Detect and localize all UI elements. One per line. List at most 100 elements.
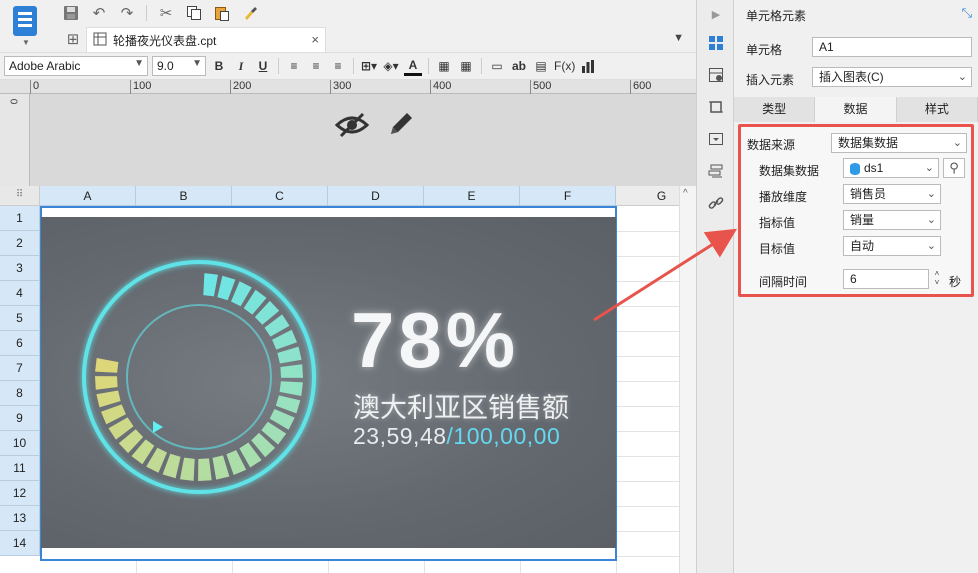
align-center-icon[interactable]: ≡ (307, 56, 325, 76)
grid-view-icon[interactable]: ⊞ (62, 28, 84, 50)
tab-data[interactable]: 数据 (815, 97, 897, 122)
row-header[interactable]: 1 (0, 206, 40, 231)
redo-icon[interactable]: ↷ (116, 2, 138, 24)
insert-chart-icon[interactable] (579, 56, 597, 76)
search-icon[interactable]: ⚲ (943, 158, 965, 178)
night-glow-gauge-chart[interactable]: 78% 澳大利亚区销售额 23,59,48/100,00,00 (41, 217, 616, 548)
ruler-label: 300 (330, 80, 351, 94)
align-left-icon[interactable]: ≡ (285, 56, 303, 76)
interval-stepper[interactable]: ˄ ˅ (930, 269, 944, 289)
row-header[interactable]: 4 (0, 281, 40, 306)
tab-menu-icon[interactable]: ▼ (673, 32, 684, 44)
column-header[interactable]: E (424, 186, 520, 206)
row-header[interactable]: 10 (0, 431, 40, 456)
spreadsheet-grid[interactable]: ⠿ A B C D E F G 1 2 3 4 5 6 7 8 9 10 11 … (0, 186, 708, 573)
app-logo-icon[interactable] (13, 6, 37, 36)
tab-style[interactable]: 样式 (896, 97, 978, 122)
cell-field[interactable]: A1 (812, 37, 972, 57)
ruler-label: 600 (630, 80, 651, 94)
carousel-dimension-select[interactable]: 销售员 ⌄ (843, 184, 941, 204)
border-icon[interactable]: ⊞▾ (360, 56, 378, 76)
gauge-outer-ring (82, 260, 316, 494)
data-source-select[interactable]: 数据集数据 ⌄ (831, 133, 967, 153)
column-header[interactable]: D (328, 186, 424, 206)
column-header[interactable]: C (232, 186, 328, 206)
chevron-down-icon: ⌄ (924, 162, 934, 174)
collapse-right-icon[interactable]: ▶ (706, 4, 726, 24)
insert-element-select[interactable]: 插入图表(C) ⌄ (812, 67, 972, 87)
target-select[interactable]: 自动 ⌄ (843, 236, 941, 256)
vertical-ruler: 0 (0, 94, 30, 186)
chevron-down-icon: ⌄ (952, 137, 962, 149)
widget-settings-icon[interactable] (706, 97, 726, 117)
bold-button[interactable]: B (210, 56, 228, 76)
interval-input[interactable]: 6 (843, 269, 929, 289)
link-icon[interactable] (706, 193, 726, 213)
metric-select[interactable]: 销量 ⌄ (843, 210, 941, 230)
toolbar-divider (428, 58, 429, 74)
close-icon[interactable]: × (311, 32, 319, 47)
app-menu[interactable]: ▼ (0, 0, 52, 52)
align-right-icon[interactable]: ≡ (329, 56, 347, 76)
gauge-segment (277, 346, 302, 364)
ruler-label: 400 (430, 80, 451, 94)
insert-element-label: 插入元素 (746, 73, 795, 87)
report-file-icon (93, 32, 107, 49)
row-header[interactable]: 6 (0, 331, 40, 356)
row-header[interactable]: 2 (0, 231, 40, 256)
row-header[interactable]: 11 (0, 456, 40, 481)
font-size-select[interactable]: 9.0 ▼ (152, 56, 206, 76)
copy-icon[interactable] (183, 2, 205, 24)
carousel-dimension-label: 播放维度 (759, 190, 808, 204)
gauge-graphic (82, 260, 316, 494)
chart-property-tabs: 类型 数据 样式 (734, 97, 978, 122)
column-header[interactable]: F (520, 186, 616, 206)
condition-attribute-icon[interactable] (706, 129, 726, 149)
row-header[interactable]: 12 (0, 481, 40, 506)
row-header[interactable]: 5 (0, 306, 40, 331)
row-header[interactable]: 7 (0, 356, 40, 381)
row-header[interactable]: 14 (0, 531, 40, 556)
chevron-down-icon[interactable]: ▼ (22, 38, 30, 47)
cut-icon[interactable]: ✂ (155, 2, 177, 24)
data-source-value: 数据集数据 (838, 136, 899, 150)
italic-button[interactable]: I (232, 56, 250, 76)
paste-icon[interactable] (211, 2, 233, 24)
underline-button[interactable]: U (254, 56, 272, 76)
table-icon[interactable]: ▦ (457, 56, 475, 76)
tab-type[interactable]: 类型 (734, 97, 816, 122)
undo-icon[interactable]: ↶ (88, 2, 110, 24)
edit-pencil-icon[interactable] (385, 108, 417, 140)
collapse-panel-icon[interactable]: ⤡ (962, 5, 972, 21)
row-header[interactable]: 8 (0, 381, 40, 406)
image-icon[interactable]: ▤ (532, 56, 550, 76)
grid-corner[interactable]: ⠿ (0, 186, 40, 206)
column-header[interactable]: A (40, 186, 136, 206)
hyperlink-list-icon[interactable] (706, 161, 726, 181)
vertical-scrollbar[interactable]: ^ (679, 186, 696, 573)
text-color-button[interactable]: A (404, 56, 422, 76)
cell-element-icon[interactable] (706, 33, 726, 53)
merge-cells-icon[interactable]: ▦ (435, 56, 453, 76)
scroll-up-icon[interactable]: ^ (683, 188, 688, 199)
row-header[interactable]: 13 (0, 506, 40, 531)
text-icon[interactable]: ab (510, 56, 528, 76)
font-size-value: 9.0 (157, 59, 174, 73)
save-icon[interactable] (60, 2, 82, 24)
column-header[interactable]: B (136, 186, 232, 206)
row-header[interactable]: 3 (0, 256, 40, 281)
dataset-select[interactable]: ds1 ⌄ (843, 158, 939, 178)
cell-attribute-icon[interactable] (706, 65, 726, 85)
field-icon[interactable]: ▭ (488, 56, 506, 76)
chevron-down-icon: ⌄ (926, 240, 936, 252)
document-tab[interactable]: 轮播夜光仪表盘.cpt × (86, 27, 326, 52)
formula-button[interactable]: F(x) (554, 56, 575, 76)
gauge-segment (203, 273, 218, 297)
format-painter-icon[interactable] (239, 2, 261, 24)
hide-eye-icon[interactable] (334, 112, 370, 138)
font-family-select[interactable]: Adobe Arabic ▼ (4, 56, 148, 76)
gauge-segment (180, 457, 195, 481)
row-header[interactable]: 9 (0, 406, 40, 431)
cell-element-panel: 单元格元素 ⤡ 单元格 A1 插入元素 插入图表(C) ⌄ 类型 数据 样式 数… (734, 0, 978, 573)
fill-color-icon[interactable]: ◈▾ (382, 56, 400, 76)
